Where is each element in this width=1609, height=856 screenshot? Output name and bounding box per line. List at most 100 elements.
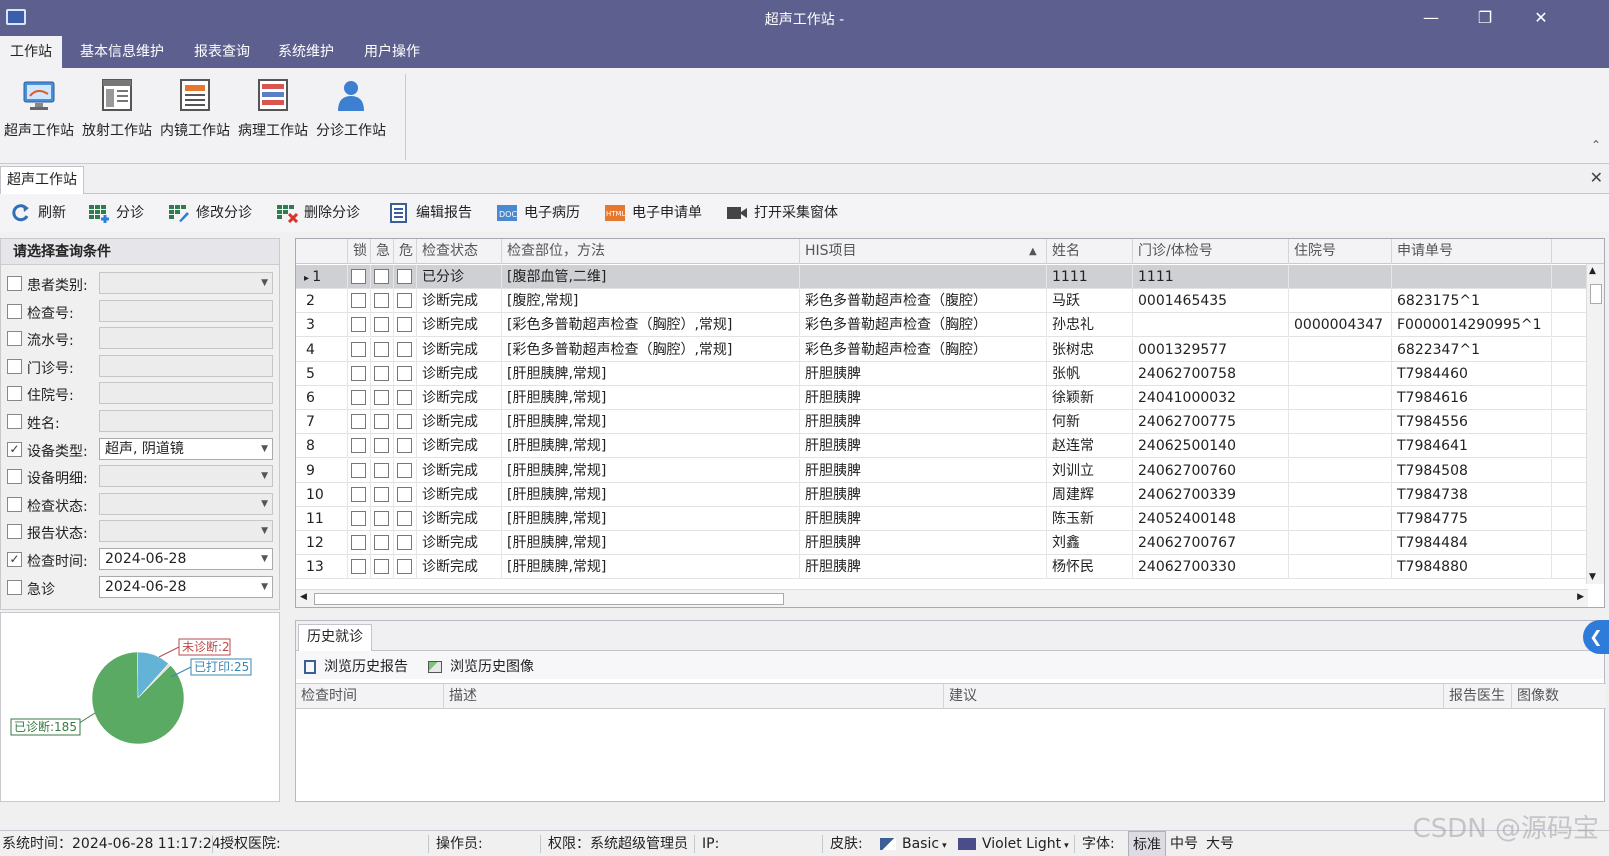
urgent-checkbox[interactable] [374, 317, 389, 333]
history-col-doctor[interactable]: 报告医生 [1444, 684, 1512, 709]
menu-reports[interactable]: 报表查询 [184, 36, 260, 68]
table-row[interactable]: 11 诊断完成 [肝胆胰脾,常规] 肝胆胰脾 陈玉新 24052400148 T798477… [296, 507, 1604, 531]
lock-checkbox[interactable] [351, 438, 366, 454]
header-col-apply[interactable]: 申请单号 [1392, 239, 1552, 264]
close-tab-icon[interactable]: ✕ [1590, 168, 1603, 187]
chevron-down-icon[interactable]: ▼ [261, 494, 268, 514]
tab-ultrasound-station[interactable]: 超声工作站 [0, 166, 84, 194]
critical-checkbox[interactable] [397, 269, 412, 284]
critical-checkbox[interactable] [397, 390, 412, 405]
exam-time-field[interactable]: 2024-06-28 ▼ [99, 548, 273, 570]
minimize-button[interactable]: — [1416, 6, 1446, 30]
lock-checkbox[interactable] [351, 511, 366, 526]
patient-type-field[interactable]: ▼ [99, 272, 273, 294]
chevron-down-icon[interactable]: ▼ [261, 521, 268, 541]
header-col-row[interactable] [296, 239, 348, 264]
menu-basic-info[interactable]: 基本信息维护 [70, 36, 174, 68]
open-capture-window-button[interactable]: 打开采集窗体 [726, 202, 838, 226]
urgent-checkbox[interactable] [374, 414, 389, 430]
ribbon-collapse-icon[interactable]: ⌃ [1591, 138, 1601, 152]
table-row[interactable]: 9 诊断完成 [肝胆胰脾,常规] 肝胆胰脾 刘训立 24062700760 T7984508 [296, 458, 1604, 483]
critical-checkbox[interactable] [397, 535, 412, 551]
chevron-down-icon[interactable]: ▼ [261, 577, 268, 597]
table-row[interactable]: 2 诊断完成 [腹腔,常规] 彩色多普勒超声检查（腹腔） 马跃 0001465435 682… [296, 289, 1604, 314]
header-col-lock[interactable]: 锁 [348, 239, 371, 264]
urgent-checkbox[interactable] [374, 486, 389, 502]
lock-checkbox[interactable] [351, 293, 366, 309]
outpatient-no-checkbox[interactable] [7, 358, 22, 374]
grid-vertical-scrollbar[interactable]: ▲ ▼ [1586, 264, 1604, 584]
browse-history-image-button[interactable]: 浏览历史图像 [428, 656, 534, 676]
ribbon-pathology-button[interactable]: 病理工作站 [234, 76, 312, 156]
header-col-critical[interactable]: 危 [394, 239, 417, 264]
scroll-thumb[interactable] [314, 593, 784, 605]
device-detail-checkbox[interactable] [7, 469, 22, 485]
delete-triage-button[interactable]: 删除分诊 [276, 202, 360, 226]
table-row[interactable]: 10 诊断完成 [肝胆胰脾,常规] 肝胆胰脾 周建辉 24062700339 T798473… [296, 482, 1604, 507]
table-row[interactable]: 6 诊断完成 [肝胆胰脾,常规] 肝胆胰脾 徐颖新 24041000032 T7984616 [296, 386, 1604, 410]
table-row[interactable]: 7 诊断完成 [肝胆胰脾,常规] 肝胆胰脾 何新 24062700775 T7984556 [296, 410, 1604, 435]
collapse-side-panel-icon[interactable]: ❮ [1583, 620, 1609, 654]
scroll-left-icon[interactable]: ◀ [300, 592, 307, 602]
lock-checkbox[interactable] [351, 535, 366, 551]
inpatient-no-checkbox[interactable] [7, 386, 22, 402]
header-col-inpatient[interactable]: 住院号 [1289, 239, 1392, 264]
lock-checkbox[interactable] [351, 486, 366, 502]
header-col-outpatient[interactable]: 门诊/体检号 [1133, 239, 1289, 264]
patient-type-checkbox[interactable] [7, 276, 22, 291]
header-col-urgent[interactable]: 急 [371, 239, 394, 264]
critical-checkbox[interactable] [397, 438, 412, 454]
history-col-images[interactable]: 图像数 [1512, 684, 1606, 709]
font-medium-button[interactable]: 中号 [1170, 831, 1198, 856]
urgent-checkbox[interactable] [374, 269, 389, 284]
font-standard-button[interactable]: 标准 [1128, 831, 1166, 856]
restore-button[interactable]: ❐ [1470, 6, 1500, 30]
ribbon-radiology-button[interactable]: 放射工作站 [78, 76, 156, 156]
exam-status-field[interactable]: ▼ [99, 492, 273, 515]
name-field[interactable] [99, 410, 273, 432]
urgent-checkbox[interactable] [374, 535, 389, 551]
exam-time-checkbox[interactable]: ✓ [7, 552, 22, 567]
critical-checkbox[interactable] [397, 317, 412, 333]
urgent-checkbox[interactable] [374, 511, 389, 526]
emergency-field[interactable]: 2024-06-28 ▼ [99, 575, 273, 598]
lock-checkbox[interactable] [351, 462, 366, 478]
skin-theme-dropdown[interactable]: Violet Light ▾ [958, 831, 1069, 856]
exam-no-field[interactable] [99, 299, 273, 322]
font-large-button[interactable]: 大号 [1206, 831, 1234, 856]
serial-no-field[interactable] [99, 327, 273, 350]
device-detail-field[interactable]: ▼ [99, 465, 273, 488]
grid-horizontal-scrollbar[interactable]: ◀ ▶ [296, 589, 1588, 607]
chevron-down-icon[interactable]: ▼ [261, 549, 268, 569]
urgent-checkbox[interactable] [374, 365, 389, 381]
lock-checkbox[interactable] [351, 317, 366, 333]
outpatient-no-field[interactable] [99, 354, 273, 377]
critical-checkbox[interactable] [397, 341, 412, 357]
exam-status-checkbox[interactable] [7, 496, 22, 512]
table-row[interactable]: 12 诊断完成 [肝胆胰脾,常规] 肝胆胰脾 刘鑫 24062700767 T7984484 [296, 531, 1604, 556]
exam-no-checkbox[interactable] [7, 303, 22, 319]
critical-checkbox[interactable] [397, 511, 412, 526]
history-col-advice[interactable]: 建议 [944, 684, 1444, 709]
history-col-desc[interactable]: 描述 [444, 684, 944, 709]
menu-system[interactable]: 系统维护 [268, 36, 344, 68]
menu-workstation[interactable]: 工作站 [0, 36, 62, 68]
urgent-checkbox[interactable] [374, 438, 389, 454]
name-checkbox[interactable] [7, 414, 22, 429]
critical-checkbox[interactable] [397, 293, 412, 309]
refresh-button[interactable]: 刷新 [10, 202, 66, 226]
emergency-checkbox[interactable] [7, 579, 22, 595]
tab-history-visits[interactable]: 历史就诊 [298, 624, 372, 651]
critical-checkbox[interactable] [397, 365, 412, 381]
critical-checkbox[interactable] [397, 486, 412, 502]
chevron-down-icon[interactable]: ▼ [261, 466, 268, 486]
device-type-checkbox[interactable]: ✓ [7, 441, 22, 457]
e-application-button[interactable]: HTML 电子申请单 [604, 202, 702, 226]
table-row[interactable]: ▸ 1 已分诊 [腹部血管,二维] 1111 1111 [296, 265, 1604, 289]
scroll-right-icon[interactable]: ▶ [1577, 592, 1584, 602]
header-col-part[interactable]: 检查部位，方法 [502, 239, 800, 264]
urgent-checkbox[interactable] [374, 390, 389, 405]
critical-checkbox[interactable] [397, 462, 412, 478]
edit-triage-button[interactable]: 修改分诊 [168, 202, 252, 226]
inpatient-no-field[interactable] [99, 382, 273, 405]
